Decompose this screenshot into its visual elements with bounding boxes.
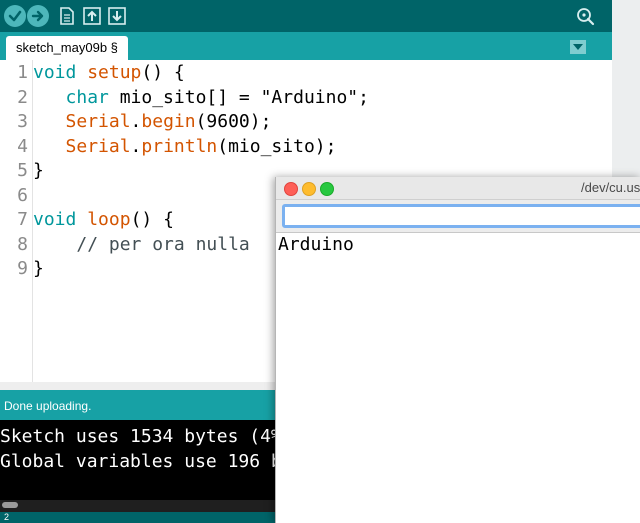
line-number: 2 [17,86,28,108]
code-line: } [33,160,44,181]
document-icon [60,7,74,25]
code-line: void setup() { [33,62,185,83]
arrow-down-icon [108,7,126,25]
verify-button[interactable] [4,5,26,27]
code-line: Serial.println(mio_sito); [65,135,337,157]
code-line: // per ora nulla [76,233,250,255]
tab-sketch[interactable]: sketch_may09b § [6,36,128,60]
line-number: 4 [17,135,28,157]
scrollbar-thumb[interactable] [2,502,18,508]
arrow-up-icon [83,7,101,25]
tab-bar: sketch_may09b § [0,32,612,60]
console-line: Global variables use 196 b [0,451,282,472]
upload-button[interactable] [27,5,49,27]
line-number-gutter: 1 2 3 4 5 6 7 8 9 [0,60,33,382]
status-message: Done uploading. [4,399,92,413]
code-line: void loop() { [33,209,174,230]
new-sketch-button[interactable] [56,5,78,27]
line-number: 3 [17,111,28,132]
line-number: 6 [17,184,28,206]
minimize-window-button[interactable] [302,182,316,196]
chevron-down-icon [573,44,583,50]
checkmark-icon [8,10,22,22]
code-line: char mio_sito[] = "Arduino"; [65,86,369,108]
close-window-button[interactable] [284,182,298,196]
serial-input-bar [276,200,640,233]
line-number: 8 [17,233,28,255]
code-line: } [33,258,44,279]
line-number: 7 [17,209,28,230]
magnifier-icon [577,8,595,26]
serial-monitor-titlebar: /dev/cu.us [276,177,640,200]
serial-monitor-button[interactable] [574,5,596,27]
serial-monitor-window: /dev/cu.us Arduino [275,177,640,523]
line-number: 5 [17,160,28,181]
console-line: Sketch uses 1534 bytes (4% [0,426,282,447]
tab-menu-button[interactable] [570,40,586,54]
serial-output-line: Arduino [278,234,354,255]
line-indicator: 2 [4,512,10,522]
toolbar [0,0,612,32]
zoom-window-button[interactable] [320,182,334,196]
code-line: Serial.begin(9600); [65,111,272,132]
serial-send-input[interactable] [282,204,640,228]
window-title: /dev/cu.us [581,180,640,195]
save-sketch-button[interactable] [106,5,128,27]
arrow-right-icon [31,10,44,22]
line-number: 9 [17,258,28,279]
open-sketch-button[interactable] [81,5,103,27]
line-number: 1 [17,62,28,83]
serial-output: Arduino [276,233,640,523]
